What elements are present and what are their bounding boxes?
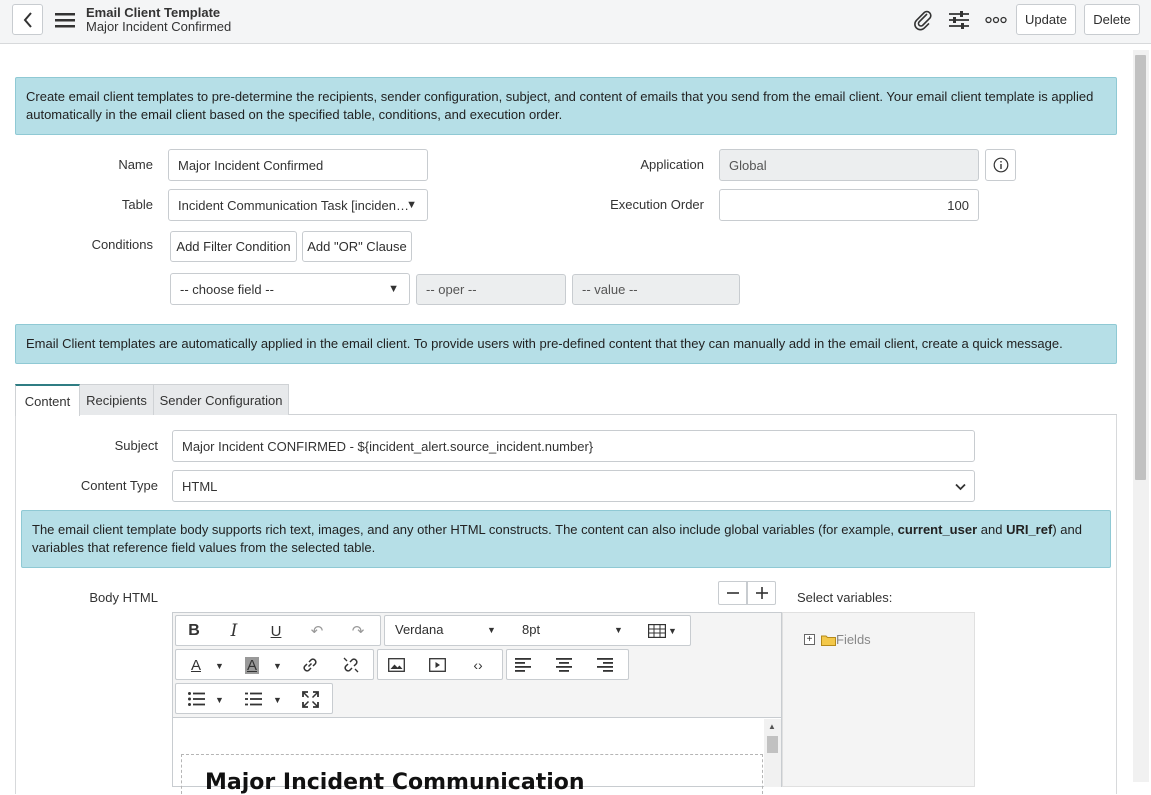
table-select[interactable]: Incident Communication Task [inciden… ▼ — [168, 189, 428, 221]
folder-icon — [821, 634, 836, 649]
image-icon[interactable] — [384, 653, 408, 677]
editor-scroll-up-icon[interactable]: ▲ — [768, 722, 776, 731]
triangle-down-icon: ▼ — [388, 283, 399, 295]
background-color-icon[interactable]: A — [240, 653, 264, 677]
numbered-list-icon[interactable] — [241, 687, 265, 711]
plus-icon — [755, 587, 768, 599]
select-variables-label: Select variables: — [797, 590, 893, 605]
update-button[interactable]: Update — [1016, 4, 1076, 35]
attachment-icon[interactable] — [910, 8, 936, 32]
chevron-left-icon — [23, 11, 32, 28]
execution-order-field[interactable]: 100 — [719, 189, 979, 221]
body-info-text-and: and — [977, 522, 1007, 537]
editor-heading: Major Incident Communication — [205, 770, 585, 795]
application-field: Global — [719, 149, 979, 181]
font-family-value: Verdana — [395, 622, 444, 637]
chevron-down-icon — [955, 483, 966, 491]
table-label: Table — [121, 197, 153, 212]
table-insert-button[interactable]: ▼ — [648, 621, 680, 641]
body-html-label: Body HTML — [89, 590, 158, 605]
caret-down-icon: ▼ — [614, 625, 623, 635]
body-info-var-uri-ref: URI_ref — [1006, 522, 1053, 537]
application-info-button[interactable] — [985, 149, 1016, 181]
more-options-icon[interactable] — [983, 10, 1009, 30]
bullet-list-icon[interactable] — [184, 687, 208, 711]
tab-recipients[interactable]: Recipients — [79, 384, 154, 415]
align-center-icon[interactable] — [552, 653, 576, 677]
choose-field-select[interactable]: -- choose field -- ▼ — [170, 273, 410, 305]
expand-fields-icon[interactable]: + — [804, 634, 815, 645]
triangle-down-icon: ▼ — [406, 199, 417, 211]
add-or-clause-button[interactable]: Add "OR" Clause — [302, 231, 412, 262]
body-info-text-1: The email client template body supports … — [32, 522, 898, 537]
choose-field-value: -- choose field -- — [180, 281, 274, 297]
subject-field[interactable]: Major Incident CONFIRMED - ${incident_al… — [172, 430, 975, 462]
body-info-var-current-user: current_user — [897, 522, 978, 537]
name-field[interactable]: Major Incident Confirmed — [168, 149, 428, 181]
fields-tree-node[interactable]: Fields — [836, 632, 871, 647]
caret-down-icon: ▼ — [668, 626, 677, 636]
content-type-label: Content Type — [80, 478, 158, 493]
operator-select[interactable]: -- oper -- — [416, 274, 566, 305]
content-type-select[interactable]: HTML — [172, 470, 975, 502]
underline-button[interactable]: U — [264, 619, 288, 643]
page-title: Email Client Template — [86, 5, 221, 20]
caret-down-icon: ▼ — [487, 625, 496, 635]
bold-button[interactable]: B — [182, 619, 206, 643]
page-subtitle: Major Incident Confirmed — [86, 19, 232, 34]
font-size-select[interactable]: 8pt ▼ — [522, 622, 632, 640]
undo-icon[interactable]: ↶ — [305, 619, 329, 643]
application-label: Application — [640, 157, 704, 172]
caret-down-icon: ▼ — [215, 661, 224, 671]
table-icon — [648, 624, 666, 638]
execution-order-value: 100 — [947, 197, 969, 213]
expand-editor-button[interactable] — [747, 581, 776, 605]
execution-order-label: Execution Order — [610, 197, 704, 212]
subject-label: Subject — [114, 438, 158, 453]
caret-down-icon: ▼ — [273, 661, 282, 671]
source-code-icon[interactable]: ‹› — [466, 653, 490, 677]
page-scroll-thumb[interactable] — [1135, 55, 1146, 480]
tab-sender-configuration[interactable]: Sender Configuration — [153, 384, 289, 415]
tab-content[interactable]: Content — [15, 384, 80, 416]
font-family-select[interactable]: Verdana ▼ — [395, 622, 505, 640]
font-size-value: 8pt — [522, 622, 541, 637]
info-icon — [993, 157, 1008, 173]
value-field[interactable]: -- value -- — [572, 274, 740, 305]
content-type-value: HTML — [182, 478, 218, 494]
menu-icon[interactable] — [53, 9, 77, 31]
quick-message-info-box: Email Client templates are automatically… — [15, 324, 1117, 364]
fullscreen-icon[interactable] — [298, 687, 322, 711]
redo-icon[interactable]: ↷ — [346, 619, 370, 643]
align-right-icon[interactable] — [593, 653, 617, 677]
back-button[interactable] — [12, 4, 43, 35]
table-select-value: Incident Communication Task [inciden… — [178, 197, 409, 213]
conditions-label: Conditions — [91, 237, 153, 252]
editor-scroll-thumb[interactable] — [767, 736, 778, 753]
form-header: Email Client Template Major Incident Con… — [0, 0, 1151, 44]
quick-message-info-text: Email Client templates are automatically… — [26, 336, 1063, 351]
intro-info-box: Create email client templates to pre-det… — [15, 77, 1117, 135]
link-icon[interactable] — [298, 653, 322, 677]
body-info-box: The email client template body supports … — [21, 510, 1111, 568]
caret-down-icon: ▼ — [215, 695, 224, 705]
minus-icon — [726, 592, 739, 594]
shrink-editor-button[interactable] — [718, 581, 747, 605]
name-label: Name — [118, 157, 153, 172]
italic-button[interactable]: I — [222, 619, 246, 643]
delete-button[interactable]: Delete — [1084, 4, 1140, 35]
settings-sliders-icon[interactable] — [946, 8, 972, 32]
unlink-icon[interactable] — [339, 653, 363, 677]
caret-down-icon: ▼ — [273, 695, 282, 705]
text-color-icon[interactable]: A — [184, 653, 208, 677]
video-icon[interactable] — [425, 653, 449, 677]
add-filter-condition-button[interactable]: Add Filter Condition — [170, 231, 297, 262]
align-left-icon[interactable] — [511, 653, 535, 677]
intro-info-text: Create email client templates to pre-det… — [26, 89, 1094, 122]
